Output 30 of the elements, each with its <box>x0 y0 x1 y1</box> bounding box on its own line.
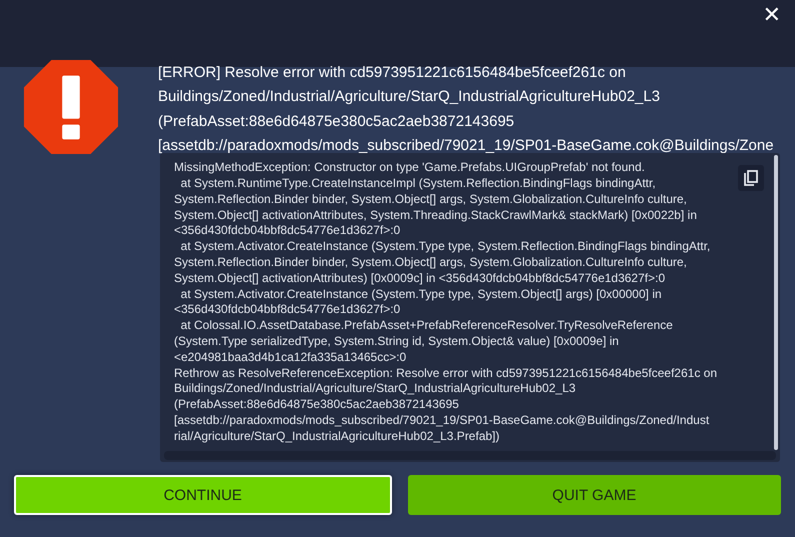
error-heading-line: (PrefabAsset:88e6d64875e380c5ac2aeb3872143695 <box>158 112 514 132</box>
stack-trace-line: System.Object[] activationAttributes, System.Threading.StackCrawlMark& stackMark) [0x0022b] in <box>174 208 697 224</box>
error-stop-sign-icon <box>22 58 120 156</box>
continue-button[interactable]: CONTINUE <box>14 475 392 515</box>
copy-button[interactable] <box>738 165 764 192</box>
stack-trace-line: System.Object[] activationAttributes) [0x0009c] in <356d430fdcb04bbf8dc54776e1d3627f>:0 <box>174 270 666 287</box>
stack-trace-line: (System.Type serializedType, System.String id, System.Object& value) [0x0009e] in <box>174 334 619 350</box>
vertical-scrollbar[interactable] <box>774 155 778 450</box>
copy-icon <box>744 170 758 186</box>
error-heading-line: [ERROR] Resolve error with cd5973951221c6156484be5fceef261c on <box>158 63 626 83</box>
stack-trace-line: <e204981baa3d4b1ca12fa335a13465cc>:0 <box>174 350 406 366</box>
stack-trace-line: System.Reflection.Binder binder, System.Object[] args, System.Globalization.CultureInfo culture, <box>174 192 687 208</box>
stack-trace-line: System.Reflection.Binder binder, System.Object[] args, System.Globalization.CultureInfo culture, <box>174 254 687 271</box>
stack-trace-line: at System.Activator.CreateInstance (System.Type type, System.Object[] args) [0x00000] in <box>180 286 662 302</box>
stack-trace-line: at Colossal.IO.AssetDatabase.PrefabAsset+PrefabReferenceResolver.TryResolveReference <box>180 318 673 334</box>
stack-trace-line: MissingMethodException: Constructor on type 'Game.Prefabs.UIGroupPrefab' not found. <box>174 160 645 176</box>
stack-trace-line: <356d430fdcb04bbf8dc54776e1d3627f>:0 <box>174 223 400 240</box>
horizontal-scrollbar[interactable] <box>164 451 776 460</box>
stack-trace-line: (PrefabAsset:88e6d64875e380c5ac2aeb3872143695 <box>174 397 459 413</box>
stack-trace-line: <356d430fdcb04bbf8dc54776e1d3627f>:0 <box>174 302 400 318</box>
stack-trace-line: Buildings/Zoned/Industrial/Agriculture/StarQ_IndustrialAgricultureHub02_L3 <box>174 381 576 398</box>
quit-game-button[interactable]: QUIT GAME <box>408 475 781 515</box>
stack-trace-line: Rethrow as ResolveReferenceException: Resolve error with cd5973951221c6156484be5fceef261c on <box>174 366 718 382</box>
stack-trace-line: at System.RuntimeType.CreateInstanceImpl (System.Reflection.BindingFlags bindingAttr, <box>180 176 656 192</box>
stack-trace-line: rial/Agriculture/StarQ_IndustrialAgricultureHub02_L3.Prefab]) <box>174 428 500 445</box>
error-heading-line: Buildings/Zoned/Industrial/Agriculture/StarQ_IndustrialAgricultureHub02_L3 <box>158 87 660 108</box>
close-button[interactable]: ✕ <box>758 3 785 29</box>
error-heading-line: [assetdb://paradoxmods/mods_subscribed/79021_19/SP01-BaseGame.cok@Buildings/Zone <box>158 136 774 156</box>
stack-trace-line: at System.Activator.CreateInstance (System.Type type, System.Reflection.BindingFlags bindingAttr, <box>180 239 710 255</box>
stack-trace-line: [assetdb://paradoxmods/mods_subscribed/79021_19/SP01-BaseGame.cok@Buildings/Zoned/Indust <box>174 412 710 429</box>
